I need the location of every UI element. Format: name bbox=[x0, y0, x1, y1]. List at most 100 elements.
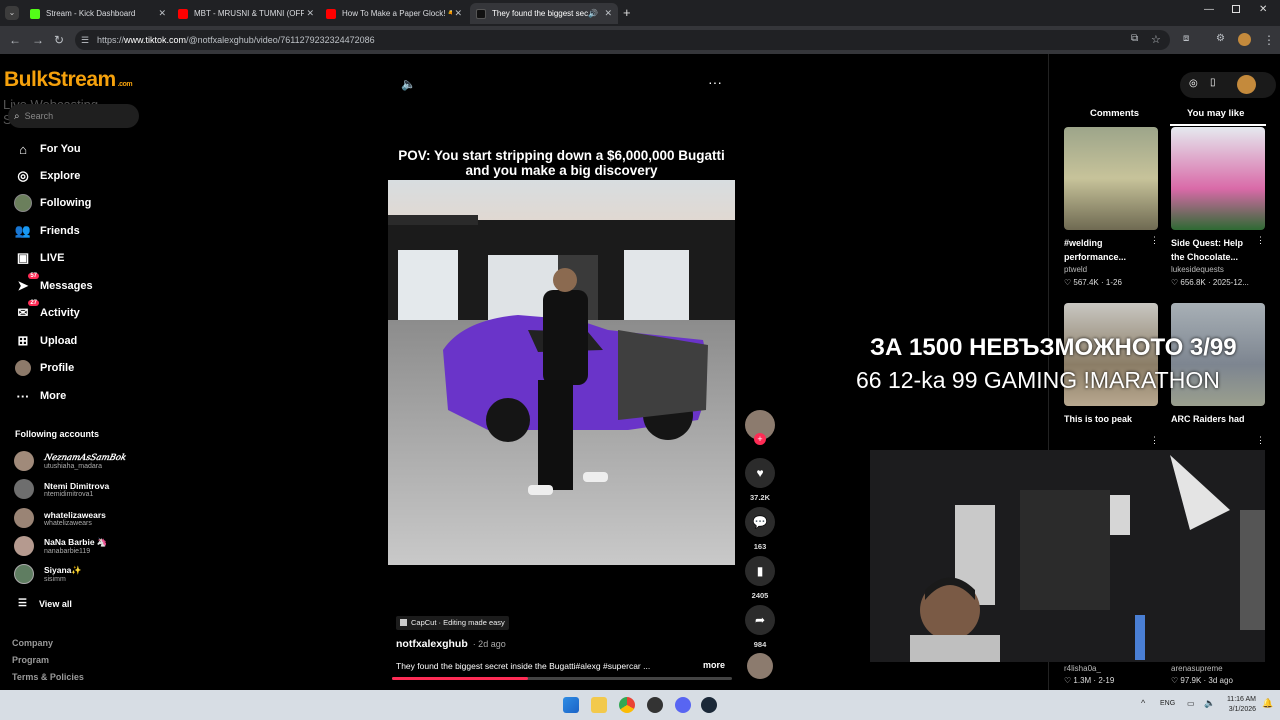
network-icon[interactable]: ▭ bbox=[1187, 699, 1195, 708]
like-button[interactable]: ♥ 37.2K bbox=[744, 458, 776, 502]
video-author-line: notfxalexghub · 2d ago bbox=[396, 638, 506, 650]
close-icon[interactable]: ✕ bbox=[158, 8, 166, 19]
music-disc[interactable] bbox=[744, 653, 776, 679]
notification-bell-icon[interactable]: 🔔 bbox=[1262, 698, 1273, 709]
footer-company-link[interactable]: Company bbox=[12, 638, 53, 648]
recommended-video-card[interactable]: Side Quest: Help the Chocolate... lukesid… bbox=[1171, 127, 1265, 287]
sidebar-item-messages[interactable]: ➤ 57 Messages bbox=[14, 273, 93, 295]
profile-avatar-icon[interactable] bbox=[1238, 33, 1251, 46]
webcam-scene bbox=[870, 450, 1265, 662]
chrome-icon[interactable] bbox=[619, 697, 635, 713]
recommended-video-card[interactable]: #welding performance... ptweld ♡ 567.4K ·… bbox=[1064, 127, 1158, 287]
reload-icon[interactable]: ↻ bbox=[54, 33, 64, 47]
volume-icon[interactable]: 🔈 bbox=[401, 77, 416, 91]
browser-tab-active[interactable]: They found the biggest sec 🔊 ✕ bbox=[470, 3, 618, 24]
save-button[interactable]: ▮ 2405 bbox=[744, 556, 776, 600]
device-icon[interactable]: ▯ bbox=[1210, 77, 1216, 88]
card-username: ptweld bbox=[1064, 265, 1088, 274]
browser-tab[interactable]: How To Make a Paper Glock! 🔫 ✕ bbox=[320, 3, 468, 24]
kebab-menu-icon[interactable]: ⋮ bbox=[1263, 33, 1275, 47]
menu-sliders-icon[interactable]: ⚙ bbox=[1216, 33, 1225, 44]
tray-chevron-icon[interactable]: ^ bbox=[1141, 698, 1145, 708]
author-avatar-follow[interactable]: + bbox=[744, 410, 776, 445]
card-menu-icon[interactable]: ⋮ bbox=[1150, 435, 1159, 446]
card-menu-icon[interactable]: ⋮ bbox=[1256, 435, 1265, 446]
sidebar-item-live[interactable]: ▣ LIVE bbox=[14, 249, 65, 267]
card-title: ARC Raiders had bbox=[1171, 414, 1245, 424]
card-title: This is too peak bbox=[1064, 414, 1133, 424]
following-account[interactable]: 𝑁𝑒𝑧𝑛𝑎𝑚𝐴𝑠𝑆𝑎𝑚𝐵𝑜𝑘 utushiaha_madara bbox=[14, 451, 126, 471]
extensions-icon[interactable]: ⧈ bbox=[1183, 33, 1189, 44]
search-input[interactable]: ⌕ Search bbox=[8, 104, 139, 128]
browser-tab[interactable]: Stream - Kick Dashboard ✕ bbox=[24, 3, 172, 24]
site-info-icon[interactable]: ☰ bbox=[81, 35, 89, 46]
following-account[interactable]: Siyana✨ sisimm bbox=[14, 564, 82, 584]
close-icon[interactable]: ✕ bbox=[454, 8, 462, 19]
minimize-icon[interactable]: — bbox=[1204, 4, 1214, 15]
volume-tray-icon[interactable]: 🔈 bbox=[1204, 698, 1215, 709]
footer-program-link[interactable]: Program bbox=[12, 655, 49, 665]
compass-small-icon[interactable]: ◎ bbox=[1189, 78, 1198, 89]
sidebar-item-friends[interactable]: 👥 Friends bbox=[14, 222, 80, 240]
recommended-video-card[interactable]: This is too peak bbox=[1064, 303, 1158, 426]
obs-icon[interactable] bbox=[647, 697, 663, 713]
new-tab-button[interactable]: + bbox=[623, 5, 631, 20]
sidebar-item-for-you[interactable]: ⌂ For You bbox=[14, 140, 80, 158]
share-button[interactable]: ➦ 984 bbox=[744, 605, 776, 649]
bookmark-icon: ▮ bbox=[745, 556, 775, 586]
comment-button[interactable]: 💬 163 bbox=[744, 507, 776, 551]
comment-icon: 💬 bbox=[745, 507, 775, 537]
user-avatar[interactable] bbox=[1237, 75, 1256, 94]
close-icon[interactable]: ✕ bbox=[604, 8, 612, 19]
following-account[interactable]: NaNa Barbie 🦄 nanabarbie119 bbox=[14, 536, 108, 556]
browser-tab[interactable]: MBT - MRUSNI & TUMNI (OFFI ✕ bbox=[172, 3, 320, 24]
follow-plus-icon[interactable]: + bbox=[754, 433, 766, 445]
close-icon[interactable]: ✕ bbox=[306, 8, 314, 19]
restore-icon[interactable] bbox=[1232, 5, 1240, 13]
recommended-video-card[interactable]: ARC Raiders had bbox=[1171, 303, 1265, 426]
forward-icon[interactable]: → bbox=[32, 33, 44, 47]
bulkstream-watermark-logo: BulkStream .com bbox=[4, 68, 133, 91]
sidebar-item-upload[interactable]: ⊞ Upload bbox=[14, 332, 78, 350]
avatar bbox=[14, 564, 34, 584]
sidebar-item-following[interactable]: Following bbox=[14, 194, 91, 212]
tab-comments[interactable]: Comments bbox=[1090, 108, 1139, 119]
sidebar-item-explore[interactable]: ◎ Explore bbox=[14, 167, 80, 185]
card-username: r4lisha0a_ bbox=[1064, 664, 1101, 673]
speaker-icon[interactable]: 🔊 bbox=[588, 9, 598, 18]
sidebar-item-more[interactable]: ··· More bbox=[14, 387, 67, 405]
video-caption-title: POV: You start stripping down a $6,000,0… bbox=[398, 148, 725, 178]
url-field[interactable]: ☰ https://www.tiktok.com/@notfxalexghub/… bbox=[75, 30, 1170, 50]
language-indicator[interactable]: ENG bbox=[1160, 700, 1175, 707]
back-icon[interactable]: ← bbox=[9, 33, 21, 47]
more-link[interactable]: more bbox=[703, 660, 725, 670]
cast-icon[interactable]: ⧉ bbox=[1131, 33, 1138, 44]
capcut-tag[interactable]: CapCut · Editing made easy bbox=[396, 616, 509, 630]
footer-terms-link[interactable]: Terms & Policies bbox=[12, 672, 84, 682]
card-stats: ♡ 567.4K · 1-26 bbox=[1064, 278, 1122, 287]
card-stats: ♡ 656.8K · 2025-12... bbox=[1171, 278, 1249, 287]
file-explorer-icon[interactable] bbox=[591, 697, 607, 713]
video-player[interactable] bbox=[388, 180, 735, 565]
kick-icon bbox=[30, 8, 40, 19]
following-account[interactable]: whatelizawears whatelizawears bbox=[14, 508, 106, 528]
card-menu-icon[interactable]: ⋮ bbox=[1150, 235, 1159, 246]
video-progress-track[interactable] bbox=[392, 677, 732, 680]
discord-icon[interactable] bbox=[675, 697, 691, 713]
sidebar-item-profile[interactable]: Profile bbox=[14, 359, 74, 377]
more-options-icon[interactable]: ··· bbox=[708, 74, 722, 90]
live-icon: ▣ bbox=[16, 250, 30, 265]
tab-menu-button[interactable]: ⌄ bbox=[5, 6, 19, 20]
author-link[interactable]: notfxalexghub bbox=[396, 638, 468, 650]
view-all-link[interactable]: ☰ View all bbox=[18, 598, 72, 609]
sidebar-item-activity[interactable]: ✉ 27 Activity bbox=[14, 300, 80, 322]
steam-icon[interactable] bbox=[701, 697, 717, 713]
window-close-icon[interactable]: ✕ bbox=[1259, 4, 1267, 15]
card-menu-icon[interactable]: ⋮ bbox=[1256, 235, 1265, 246]
following-account[interactable]: Ntemi Dimitrova ntemidimitrova1 bbox=[14, 479, 109, 499]
windows-start-icon[interactable] bbox=[563, 697, 579, 713]
avatar bbox=[14, 479, 34, 499]
bookmark-star-icon[interactable]: ☆ bbox=[1151, 33, 1161, 46]
tab-you-may-like[interactable]: You may like bbox=[1187, 108, 1244, 119]
clock[interactable]: 11:16 AM 3/1/2026 bbox=[1222, 695, 1256, 715]
